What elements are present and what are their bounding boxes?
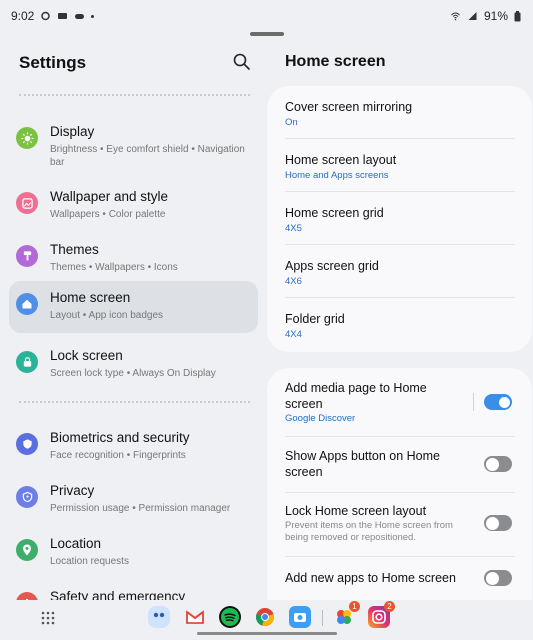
instagram-icon[interactable]: 2: [368, 601, 395, 628]
home-icon: [16, 293, 38, 315]
setting-title: Cover screen mirroring: [285, 100, 413, 114]
menu-item-location[interactable]: Location Location requests: [9, 527, 258, 579]
menu-item-subtitle: Face recognition • Fingerprints: [50, 450, 186, 461]
setting-title: Apps screen grid: [285, 259, 379, 273]
image-icon: [16, 192, 38, 214]
menu-item-title: Location: [50, 536, 102, 551]
gamepad-icon: [75, 14, 85, 19]
photos-icon[interactable]: 1: [333, 601, 360, 628]
setting-home-screen-grid[interactable]: Home screen grid 4X5: [285, 192, 515, 245]
menu-item-title: Lock screen: [50, 348, 123, 363]
setting-description: Prevent items on the Home screen from be…: [285, 520, 453, 543]
menu-item-home-screen[interactable]: Home screen Layout • App icon badges: [9, 281, 258, 333]
setting-cover-screen-mirroring[interactable]: Cover screen mirroring On: [285, 86, 515, 139]
section-divider: [19, 401, 250, 403]
setting-folder-grid[interactable]: Folder grid 4X4: [285, 298, 515, 352]
menu-item-title: Biometrics and security: [50, 430, 190, 445]
bixby-icon[interactable]: [148, 606, 170, 628]
toggle-divider: [473, 393, 474, 411]
emergency-icon: [16, 592, 38, 600]
gesture-navigation-bar[interactable]: [197, 632, 337, 635]
tv-icon: [58, 13, 68, 19]
settings-card: Cover screen mirroring On Home screen la…: [267, 86, 532, 352]
setting-apps-screen-grid[interactable]: Apps screen grid 4X6: [285, 245, 515, 298]
menu-item-title: Home screen: [50, 290, 131, 305]
menu-item-themes[interactable]: Themes Themes • Wallpapers • Icons: [9, 233, 258, 285]
menu-item-subtitle: Screen lock type • Always On Display: [50, 368, 216, 379]
brush-icon: [16, 245, 38, 267]
privacy-shield-icon: [16, 486, 38, 508]
menu-item-subtitle: Themes • Wallpapers • Icons: [50, 262, 178, 273]
menu-item-wallpaper[interactable]: Wallpaper and style Wallpapers • Color p…: [9, 180, 258, 232]
more-notifications-dot: [91, 14, 95, 18]
menu-item-title: Display: [50, 124, 95, 139]
spotify-icon[interactable]: [219, 606, 241, 628]
menu-item-lock-screen[interactable]: Lock screen Screen lock type • Always On…: [9, 339, 258, 391]
gmail-icon[interactable]: [184, 606, 206, 628]
setting-value: 4X4: [285, 329, 302, 340]
instagram-badge: 2: [384, 601, 395, 612]
show-apps-button-toggle[interactable]: [484, 456, 512, 472]
setting-title: Show Apps button on Home screen: [285, 449, 440, 479]
menu-item-safety[interactable]: Safety and emergency: [9, 580, 258, 600]
setting-value: Google Discover: [285, 413, 356, 424]
photos-badge: 1: [349, 601, 360, 612]
location-pin-icon: [16, 539, 38, 561]
lock-home-layout-toggle[interactable]: [484, 515, 512, 531]
search-icon[interactable]: [232, 52, 252, 72]
menu-item-privacy[interactable]: Privacy Permission usage • Permission ma…: [9, 474, 258, 526]
menu-item-title: Themes: [50, 242, 99, 257]
setting-title: Home screen layout: [285, 153, 397, 167]
section-divider: [19, 94, 250, 96]
page-title: Home screen: [285, 53, 386, 70]
split-view-handle[interactable]: [250, 32, 284, 36]
sun-icon: [16, 127, 38, 149]
menu-item-title: Wallpaper and style: [50, 189, 169, 204]
setting-add-new-apps[interactable]: Add new apps to Home screen: [285, 557, 515, 601]
add-new-apps-toggle[interactable]: [484, 570, 512, 586]
menu-item-subtitle: Wallpapers • Color palette: [50, 209, 166, 220]
setting-title: Lock Home screen layout: [285, 504, 427, 518]
notification-icon: [41, 11, 51, 21]
shield-icon: [16, 433, 38, 455]
menu-item-title: Safety and emergency: [50, 589, 186, 600]
setting-title: Add new apps to Home screen: [285, 571, 456, 585]
wifi-icon: [451, 12, 460, 21]
setting-title: Add media page to Home screen: [285, 381, 427, 411]
battery-icon: [514, 10, 521, 21]
chrome-icon[interactable]: [254, 606, 276, 628]
lock-icon: [16, 351, 38, 373]
menu-item-subtitle: Layout • App icon badges: [50, 310, 164, 321]
add-media-page-toggle[interactable]: [484, 394, 512, 410]
setting-value: 4X5: [285, 223, 302, 234]
menu-item-subtitle: Location requests: [50, 556, 129, 567]
setting-lock-home-screen-layout[interactable]: Lock Home screen layout Prevent items on…: [285, 493, 515, 557]
setting-value: Home and Apps screens: [285, 170, 389, 181]
menu-item-display[interactable]: Display Brightness • Eye comfort shield …: [9, 115, 258, 168]
settings-list-pane: Settings Display Brightness • Eye comfor…: [0, 40, 266, 600]
setting-add-media-page[interactable]: Add media page to Home screen Google Dis…: [285, 368, 515, 437]
menu-item-biometrics[interactable]: Biometrics and security Face recognition…: [9, 421, 258, 473]
settings-card: Add media page to Home screen Google Dis…: [267, 368, 532, 608]
setting-show-apps-button[interactable]: Show Apps button on Home screen: [285, 437, 515, 493]
menu-item-subtitle: Brightness • Eye comfort shield • Naviga…: [50, 144, 245, 168]
setting-title: Home screen grid: [285, 206, 384, 220]
setting-value: 4X6: [285, 276, 302, 287]
app-drawer-icon[interactable]: [41, 611, 55, 625]
setting-home-screen-layout[interactable]: Home screen layout Home and Apps screens: [285, 139, 515, 192]
battery-percent: 91%: [483, 9, 508, 23]
menu-item-title: Privacy: [50, 483, 95, 498]
dock-divider: [322, 610, 323, 626]
camera-icon[interactable]: [289, 606, 311, 628]
signal-icon: [468, 12, 477, 20]
status-time: 9:02: [11, 9, 35, 23]
setting-title: Folder grid: [285, 312, 345, 326]
setting-value: On: [285, 117, 298, 128]
settings-title: Settings: [19, 53, 87, 72]
status-bar: 9:02 91%: [0, 0, 533, 32]
menu-item-subtitle: Permission usage • Permission manager: [50, 503, 231, 514]
